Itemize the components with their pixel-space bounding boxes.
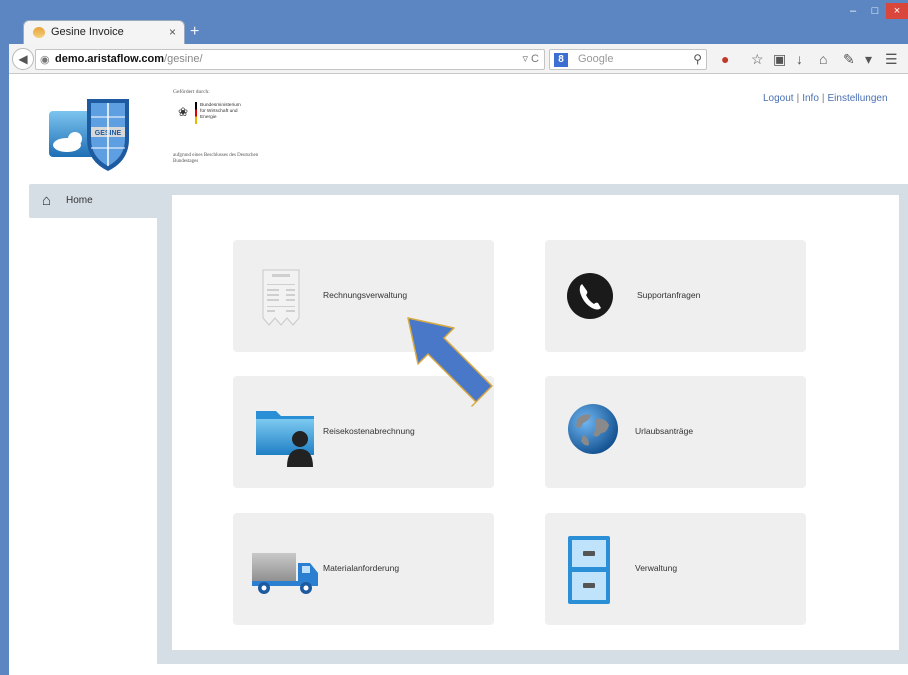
navigation-toolbar: ◀ ◉ demo.aristaflow.com/gesine/ ▿ C 8 Go… [9, 44, 908, 74]
cabinet-icon [568, 536, 610, 604]
tile-label: Supportanfragen [637, 290, 701, 300]
phone-icon [567, 273, 613, 319]
sponsor-footnote: aufgrund eines Beschlusses des Deutschen… [173, 153, 259, 164]
url-path: /gesine/ [164, 53, 203, 65]
chevron-down-icon[interactable]: ▾ [865, 51, 872, 68]
flag-stripe [195, 102, 197, 124]
home-toolbar-icon[interactable]: ⌂ [819, 51, 827, 67]
tab-close-icon[interactable]: × [169, 25, 176, 39]
truck-icon [252, 553, 318, 594]
info-link[interactable]: Info [802, 93, 819, 104]
logout-link[interactable]: Logout [763, 93, 794, 104]
url-host: demo.aristaflow.com [55, 53, 165, 65]
sponsor-block: Gefördert durch: ❀ Bundesministerium für… [173, 89, 283, 181]
search-bar[interactable]: 8 Google ⚲ [549, 49, 707, 70]
link-separator: | [796, 93, 800, 104]
minimize-button[interactable]: – [842, 3, 864, 19]
site-identity-icon[interactable]: ◉ [40, 53, 50, 66]
menu-icon[interactable]: ☰ [885, 51, 898, 68]
tile-label: Urlaubsanträge [635, 426, 694, 436]
favicon-icon [33, 27, 45, 38]
maximize-button[interactable]: □ [864, 3, 886, 19]
close-window-button[interactable]: × [886, 3, 908, 19]
search-input[interactable]: Google [578, 53, 613, 65]
receipt-icon [262, 269, 300, 326]
search-icon[interactable]: ⚲ [693, 52, 702, 66]
back-button[interactable]: ◀ [12, 48, 34, 70]
link-separator: | [821, 93, 825, 104]
addon-icon[interactable]: ● [721, 51, 729, 67]
browser-tab[interactable]: Gesine Invoice × [23, 20, 185, 44]
search-engine-icon[interactable]: 8 [554, 53, 568, 67]
tile-label: Verwaltung [635, 563, 678, 573]
tile-label: Reisekostenabrechnung [323, 426, 415, 436]
window-border [0, 44, 9, 675]
tile-label: Rechnungsverwaltung [323, 290, 408, 300]
pointer-arrow [407, 317, 493, 407]
home-icon: ⌂ [42, 192, 52, 209]
tile-verwaltung[interactable]: Verwaltung [545, 513, 806, 625]
url-text: demo.aristaflow.com/gesine/ [55, 53, 203, 65]
sponsor-heading: Gefördert durch: [173, 89, 210, 95]
settings-link[interactable]: Einstellungen [828, 93, 888, 104]
reload-icon[interactable]: ▿ C [522, 52, 539, 65]
clipboard-icon[interactable]: ▣ [773, 51, 786, 68]
nav-home[interactable]: ⌂ Home [29, 184, 157, 218]
address-bar[interactable]: ◉ demo.aristaflow.com/gesine/ ▿ C [35, 49, 545, 70]
download-icon[interactable]: ↓ [796, 51, 803, 67]
tab-title: Gesine Invoice [51, 26, 124, 38]
nav-home-label: Home [66, 195, 93, 206]
bookmark-star-icon[interactable]: ☆ [751, 51, 764, 68]
tile-supportanfragen[interactable]: Supportanfragen [545, 240, 806, 352]
extension-icon[interactable]: ✎ [843, 51, 855, 68]
tile-materialanforderung[interactable]: Materialanforderung [233, 513, 494, 625]
federal-eagle-icon: ❀ [178, 105, 189, 119]
tile-label: Materialanforderung [323, 563, 400, 573]
top-links: Logout | Info | Einstellungen [763, 93, 888, 104]
folder-user-icon [256, 411, 314, 467]
tile-urlaubsantraege[interactable]: Urlaubsanträge [545, 376, 806, 488]
globe-icon [568, 404, 618, 454]
ministry-name: Bundesministerium für Wirtschaft und Ene… [200, 103, 241, 120]
new-tab-button[interactable]: + [190, 23, 199, 41]
gesine-logo: GESINE [49, 99, 129, 171]
